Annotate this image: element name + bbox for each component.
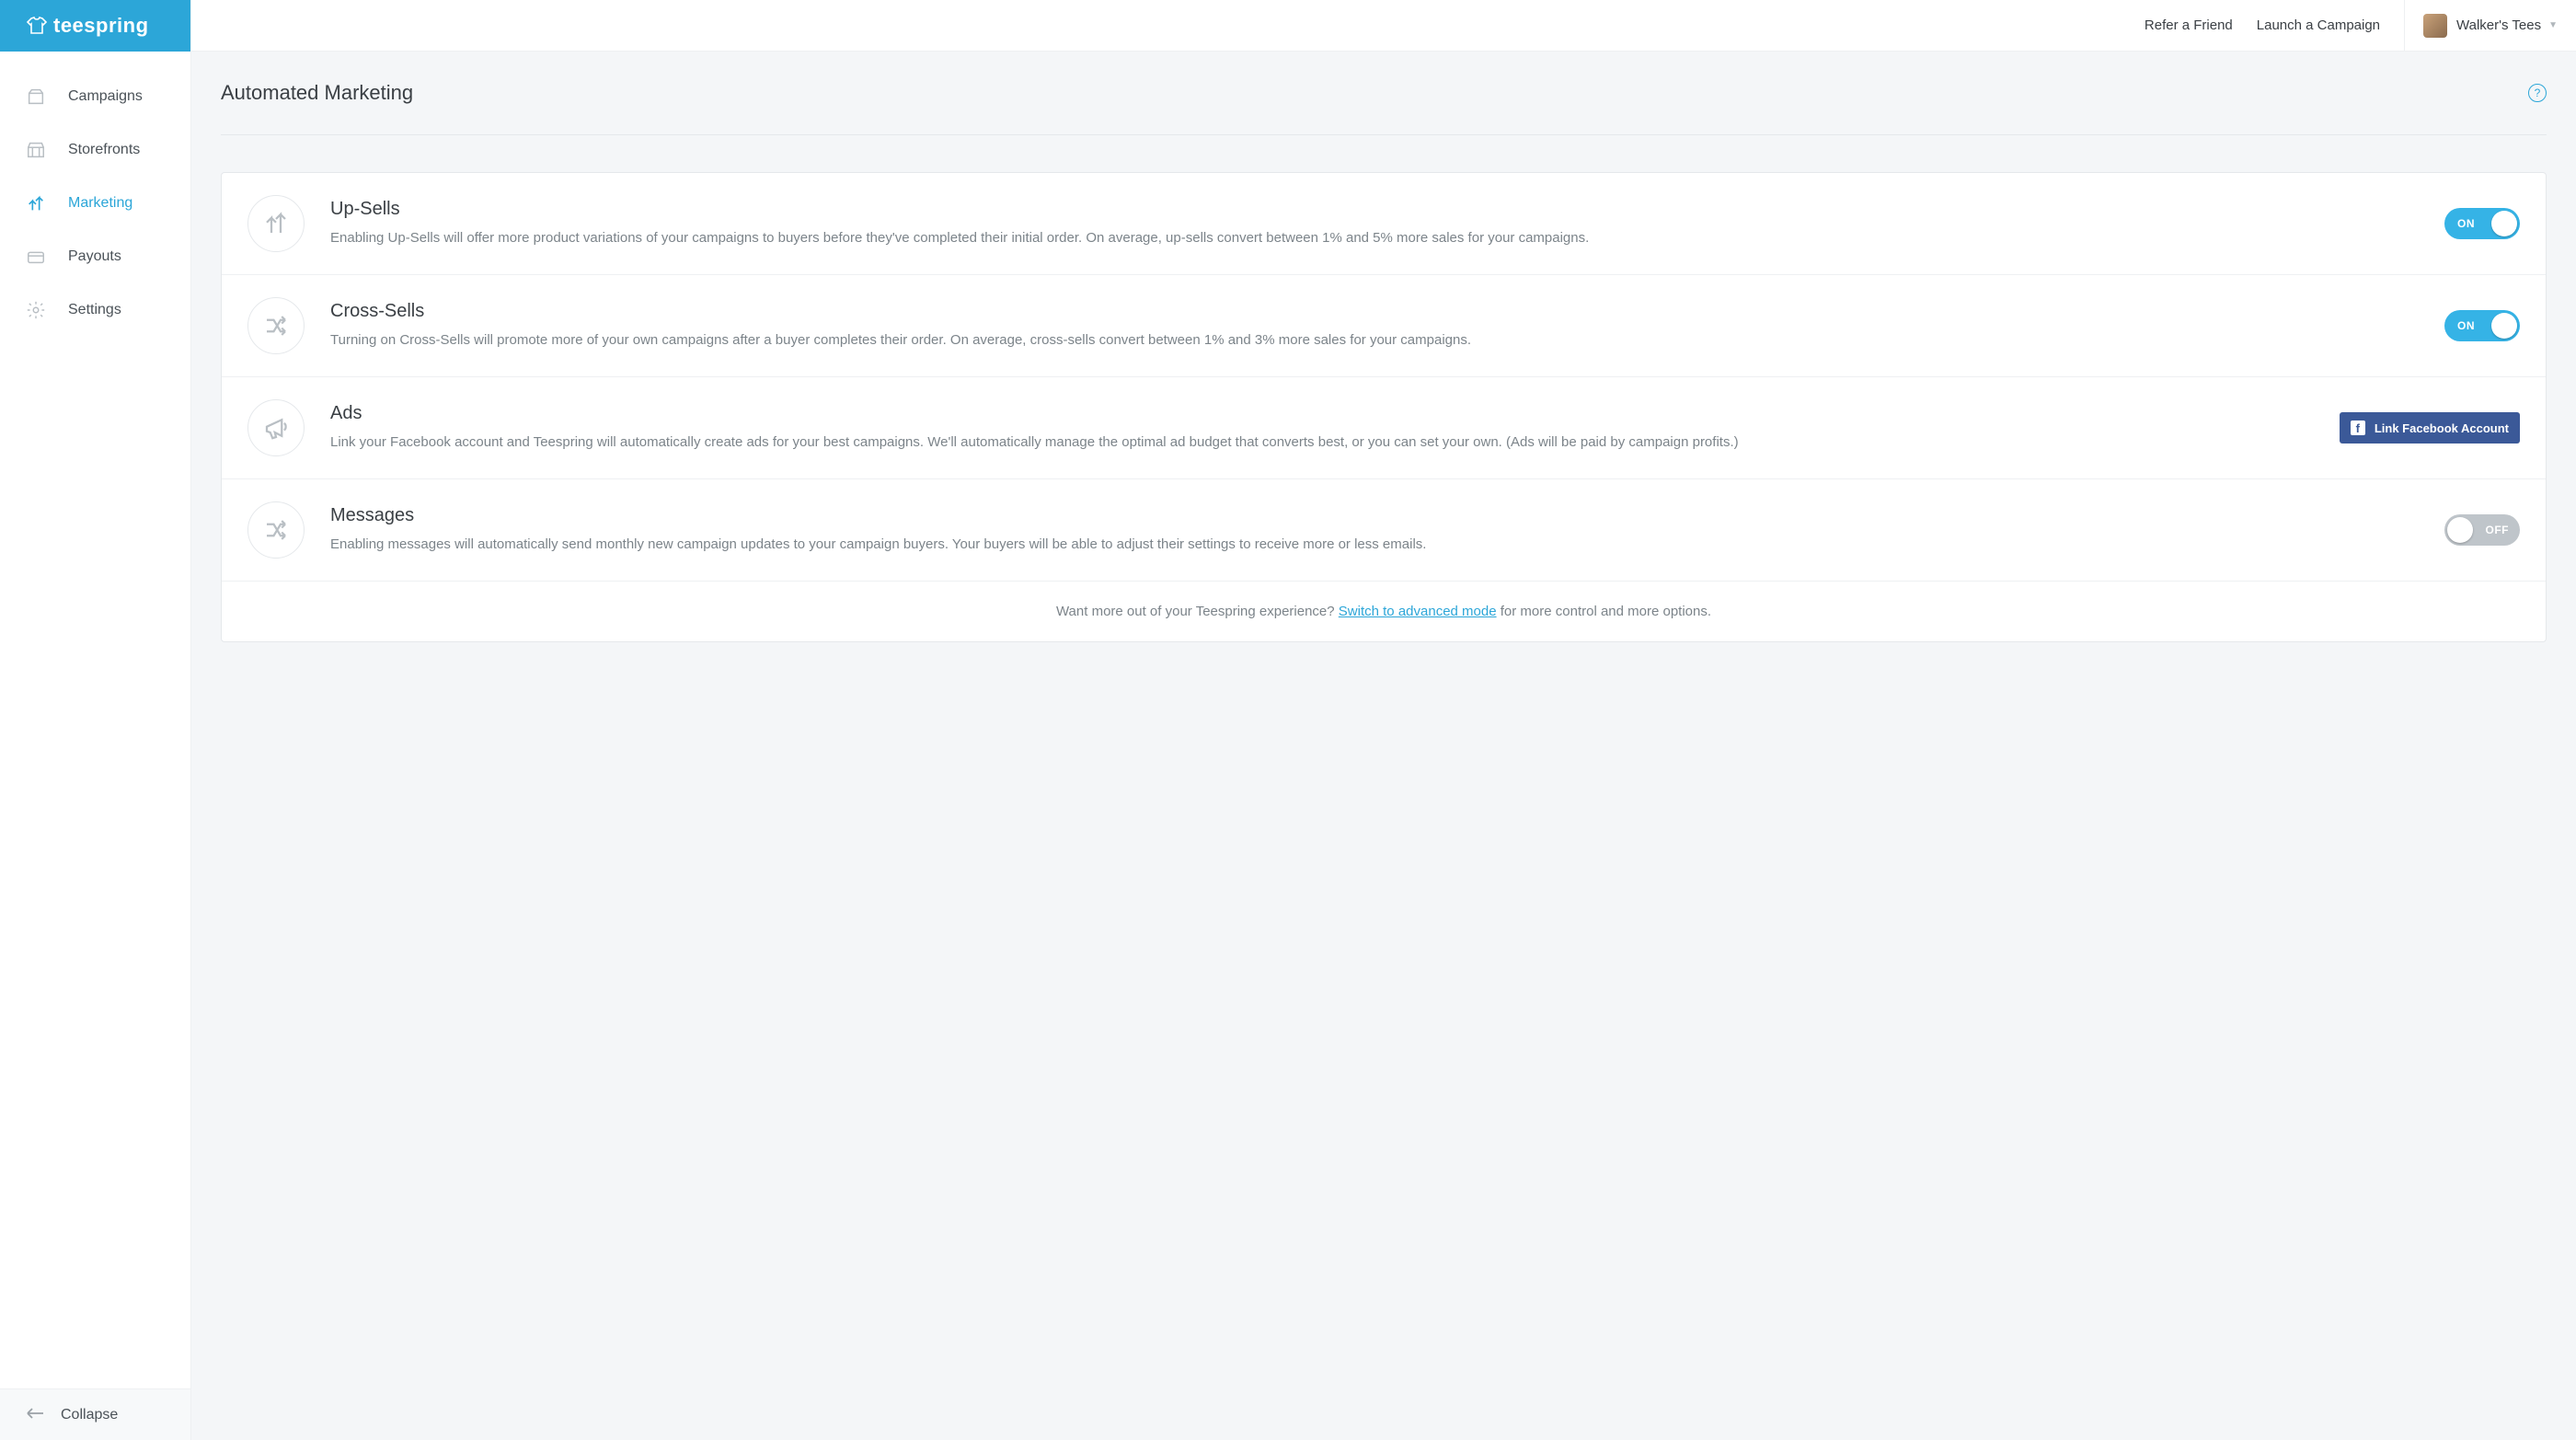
topbar-divider <box>2404 0 2405 52</box>
footer-post: for more control and more options. <box>1497 604 1711 619</box>
messages-icon <box>247 501 305 559</box>
sidebar-item-settings[interactable]: Settings <box>0 283 190 337</box>
crosssells-toggle[interactable]: ON <box>2444 310 2520 341</box>
row-desc: Link your Facebook account and Teespring… <box>330 432 2317 453</box>
help-icon[interactable]: ? <box>2528 84 2547 102</box>
row-title: Up-Sells <box>330 199 2422 220</box>
row-title: Messages <box>330 505 2422 526</box>
row-messages: Messages Enabling messages will automati… <box>222 479 2546 582</box>
row-crosssells: Cross-Sells Turning on Cross-Sells will … <box>222 275 2546 377</box>
fb-button-label: Link Facebook Account <box>2375 421 2509 435</box>
topbar: Refer a Friend Launch a Campaign Walker'… <box>191 0 2576 52</box>
brand-text: teespring <box>53 14 149 38</box>
link-facebook-button[interactable]: f Link Facebook Account <box>2340 412 2520 444</box>
sidebar-item-campaigns[interactable]: Campaigns <box>0 70 190 123</box>
row-ads: Ads Link your Facebook account and Teesp… <box>222 377 2546 479</box>
marketing-icon <box>26 193 46 213</box>
sidebar-item-label: Campaigns <box>68 88 143 105</box>
upsells-icon <box>247 195 305 252</box>
user-name-label: Walker's Tees <box>2456 17 2541 33</box>
row-desc: Turning on Cross-Sells will promote more… <box>330 329 2422 351</box>
sidebar-collapse[interactable]: Collapse <box>0 1388 190 1440</box>
toggle-knob <box>2491 313 2517 339</box>
row-upsells: Up-Sells Enabling Up-Sells will offer mo… <box>222 173 2546 275</box>
toggle-knob <box>2447 517 2473 543</box>
collapse-arrow-icon <box>26 1407 44 1423</box>
chevron-down-icon: ▼ <box>2548 20 2558 30</box>
toggle-label: ON <box>2457 319 2475 332</box>
sidebar-item-label: Settings <box>68 302 121 318</box>
page-title: Automated Marketing <box>221 81 413 105</box>
sidebar-item-label: Marketing <box>68 195 132 212</box>
sidebar-nav: Campaigns Storefronts Marketing Payouts <box>0 52 190 1388</box>
messages-toggle[interactable]: OFF <box>2444 514 2520 546</box>
user-menu[interactable]: Walker's Tees ▼ <box>2423 14 2558 38</box>
facebook-icon: f <box>2351 420 2365 435</box>
ads-icon <box>247 399 305 456</box>
toggle-label: OFF <box>2486 524 2510 536</box>
payouts-icon <box>26 247 46 267</box>
launch-campaign-link[interactable]: Launch a Campaign <box>2257 17 2380 33</box>
sidebar-item-label: Payouts <box>68 248 121 265</box>
sidebar: teespring Campaigns Storefronts Marketin… <box>0 0 191 1440</box>
settings-panel: Up-Sells Enabling Up-Sells will offer mo… <box>221 172 2547 642</box>
sidebar-item-storefronts[interactable]: Storefronts <box>0 123 190 177</box>
footer-pre: Want more out of your Teespring experien… <box>1056 604 1339 619</box>
collapse-label: Collapse <box>61 1407 118 1423</box>
row-title: Ads <box>330 403 2317 424</box>
row-title: Cross-Sells <box>330 301 2422 322</box>
campaigns-icon <box>26 86 46 107</box>
row-desc: Enabling messages will automatically sen… <box>330 534 2422 555</box>
advanced-mode-link[interactable]: Switch to advanced mode <box>1339 604 1497 619</box>
settings-icon <box>26 300 46 320</box>
brand-logo[interactable]: teespring <box>0 0 190 52</box>
sidebar-item-label: Storefronts <box>68 142 140 158</box>
avatar <box>2423 14 2447 38</box>
sidebar-item-payouts[interactable]: Payouts <box>0 230 190 283</box>
tshirt-icon <box>26 15 48 37</box>
crosssells-icon <box>247 297 305 354</box>
toggle-label: ON <box>2457 217 2475 230</box>
page-header: Automated Marketing ? <box>221 81 2547 135</box>
row-desc: Enabling Up-Sells will offer more produc… <box>330 227 2422 248</box>
toggle-knob <box>2491 211 2517 236</box>
storefronts-icon <box>26 140 46 160</box>
sidebar-item-marketing[interactable]: Marketing <box>0 177 190 230</box>
upsells-toggle[interactable]: ON <box>2444 208 2520 239</box>
panel-footer: Want more out of your Teespring experien… <box>222 582 2546 641</box>
refer-friend-link[interactable]: Refer a Friend <box>2145 17 2233 33</box>
